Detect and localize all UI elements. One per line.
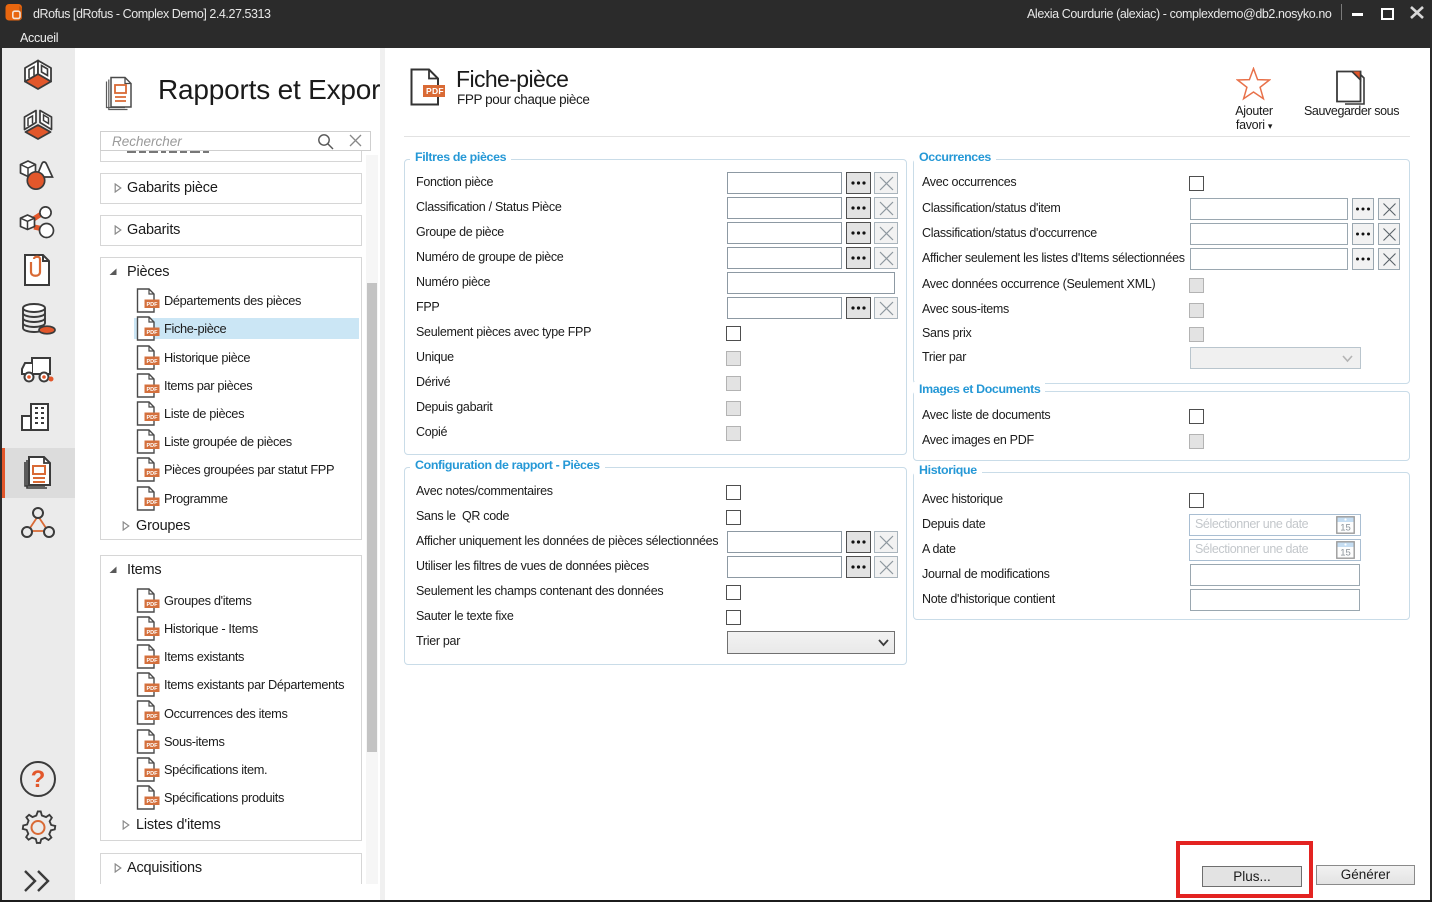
svg-text:PDF: PDF [147,443,159,449]
svg-text:15: 15 [1340,547,1351,558]
svg-text:PDF: PDF [147,302,159,308]
svg-text:PDF: PDF [147,500,159,506]
svg-text:PDF: PDF [147,630,159,636]
svg-text:PDF: PDF [147,743,159,749]
svg-text:PDF: PDF [147,602,159,608]
svg-text:PDF: PDF [147,471,159,477]
svg-text:PDF: PDF [147,686,159,692]
svg-text:PDF: PDF [147,658,159,664]
svg-text:PDF: PDF [147,714,159,720]
svg-text:PDF: PDF [147,799,159,805]
svg-text:PDF: PDF [147,330,159,336]
svg-text:15: 15 [1340,522,1351,533]
svg-text:?: ? [31,766,46,793]
svg-text:PDF: PDF [147,387,159,393]
svg-text:PDF: PDF [147,415,159,421]
svg-text:PDF: PDF [147,771,159,777]
svg-text:PDF: PDF [147,359,159,365]
